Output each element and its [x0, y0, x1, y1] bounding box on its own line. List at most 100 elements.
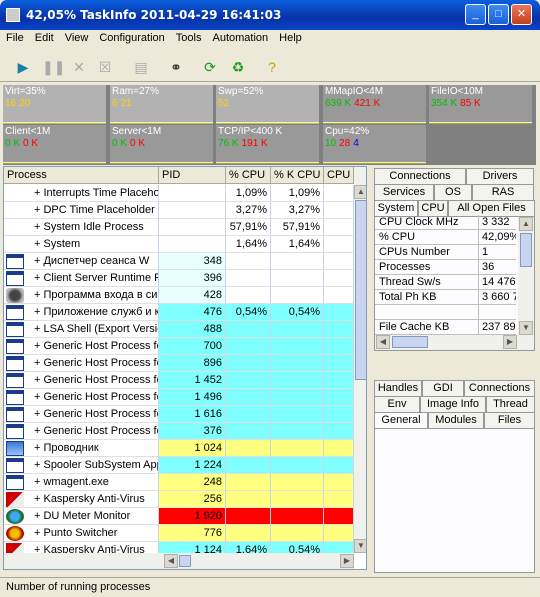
tab-services[interactable]: Services: [374, 184, 434, 200]
table-row[interactable]: + Spooler SubSystem App 1 224: [4, 457, 354, 474]
graph-8[interactable]: Cpu=42% 10 28 4: [323, 125, 426, 164]
tab-handles[interactable]: Handles: [374, 380, 422, 396]
cell-process-name: + LSA Shell (Export Versio: [4, 321, 159, 338]
tab-os[interactable]: OS: [434, 184, 472, 200]
table-row[interactable]: + DU Meter Monitor 1 920: [4, 508, 354, 525]
close-button[interactable]: ✕: [511, 4, 532, 25]
table-row[interactable]: + Generic Host Process fo 1 496: [4, 389, 354, 406]
info-row[interactable]: Thread Sw/s 14 476: [375, 275, 534, 290]
graph-7[interactable]: TCP/IP<400 K 76 K 191 K: [216, 125, 319, 164]
info-scroll-up-icon[interactable]: ▲: [519, 217, 533, 231]
hscroll-thumb[interactable]: [179, 555, 191, 567]
close-box-icon[interactable]: ☒: [96, 58, 114, 76]
app-icon[interactable]: [6, 8, 20, 22]
graph-6[interactable]: Server<1M 0 K0 K: [110, 125, 213, 164]
tab-all-open-files[interactable]: All Open Files: [448, 200, 535, 216]
tab-ras[interactable]: RAS: [472, 184, 534, 200]
graph-4[interactable]: FileIO<10M 354 K 85 K: [429, 85, 532, 124]
scroll-thumb[interactable]: [355, 200, 366, 380]
table-row[interactable]: + Generic Host Process fo 700: [4, 338, 354, 355]
menu-help[interactable]: Help: [273, 30, 307, 44]
table-row[interactable]: + Generic Host Process fo 896: [4, 355, 354, 372]
table-row[interactable]: + Punto Switcher 776: [4, 525, 354, 542]
column-header-cpu-time[interactable]: CPU: [324, 167, 354, 184]
tab-cpu[interactable]: CPU: [418, 200, 448, 216]
table-row[interactable]: + Interrupts Time Placeho 1,09% 1,09%: [4, 185, 354, 202]
tab-general[interactable]: General: [374, 412, 428, 428]
graph-3[interactable]: MMapIO<4M 639 K 421 K: [323, 85, 426, 124]
horizontal-scrollbar[interactable]: ◀ ▶: [4, 553, 354, 569]
tab-files[interactable]: Files: [484, 412, 535, 428]
info-row[interactable]: CPUs Number 1: [375, 245, 534, 260]
info-scroll-down-icon[interactable]: ▼: [519, 321, 533, 335]
column-header-cpu[interactable]: % CPU: [226, 167, 271, 184]
table-row[interactable]: + Диспетчер сеанса W 348: [4, 253, 354, 270]
info-row[interactable]: Total Ph KB 3 660 7: [375, 290, 534, 305]
table-row[interactable]: + Generic Host Process fo 1 452: [4, 372, 354, 389]
menu-file[interactable]: File: [0, 30, 29, 44]
table-row[interactable]: + System Idle Process 57,91% 57,91%: [4, 219, 354, 236]
column-header-kcpu[interactable]: % K CPU: [271, 167, 324, 184]
info-scroll-thumb[interactable]: [520, 233, 532, 267]
scroll-left-icon[interactable]: ◀: [164, 554, 178, 568]
info-scroll-right-icon[interactable]: ▶: [503, 335, 517, 349]
info-vscroll[interactable]: ▲ ▼: [518, 217, 534, 335]
menu-tools[interactable]: Tools: [170, 30, 207, 44]
column-header-pid[interactable]: PID: [159, 167, 226, 184]
info-row[interactable]: Processes 36: [375, 260, 534, 275]
scroll-right-icon[interactable]: ▶: [340, 554, 354, 568]
binoculars-icon[interactable]: ⚭: [167, 58, 185, 76]
tab-image-info[interactable]: Image Info: [420, 396, 486, 412]
menu-configuration[interactable]: Configuration: [93, 30, 169, 44]
info-row[interactable]: CPU Clock MHz 3 332: [375, 215, 534, 230]
tab-system[interactable]: System: [374, 200, 418, 216]
scroll-up-icon[interactable]: ▲: [354, 185, 366, 199]
table-row[interactable]: + Приложение служб и к 476 0,54% 0,54%: [4, 304, 354, 321]
process-table[interactable]: Process PID % CPU % K CPU CPU + Interrup…: [3, 166, 367, 570]
menu-edit[interactable]: Edit: [29, 30, 59, 44]
graph-1[interactable]: Ram=27% 6 21: [110, 85, 213, 124]
table-row[interactable]: + Client Server Runtime P 396: [4, 270, 354, 287]
table-row[interactable]: + wmagent.exe 248: [4, 474, 354, 491]
info-row[interactable]: File Cache KB237 896: [375, 320, 534, 335]
column-header-process[interactable]: Process: [4, 167, 159, 184]
info-scroll-left-icon[interactable]: ◀: [376, 335, 390, 349]
tab-drivers[interactable]: Drivers: [466, 168, 534, 184]
tab-thread[interactable]: Thread: [486, 396, 535, 412]
graph-5[interactable]: Client<1M 0 K0 K: [3, 125, 106, 164]
graph-0[interactable]: Virt=35% 16 20: [3, 85, 106, 124]
info-row[interactable]: % CPU 42,09%: [375, 230, 534, 245]
tab-connections[interactable]: Connections: [374, 168, 466, 184]
info-hscroll[interactable]: ◀ ▶: [375, 335, 534, 350]
table-row[interactable]: + Kaspersky Anti-Virus 256: [4, 491, 354, 508]
menu-automation[interactable]: Automation: [206, 30, 273, 44]
recycle-icon[interactable]: ♻: [229, 58, 247, 76]
table-row[interactable]: + Программа входа в си 428: [4, 287, 354, 304]
table-row[interactable]: + Проводник 1 024: [4, 440, 354, 457]
tab-env[interactable]: Env: [374, 396, 420, 412]
tab-bottom-connections[interactable]: Connections: [464, 380, 535, 396]
tab-modules[interactable]: Modules: [428, 412, 484, 428]
table-row[interactable]: + LSA Shell (Export Versio 488: [4, 321, 354, 338]
properties-icon[interactable]: ▤: [132, 58, 150, 76]
table-row[interactable]: + DPC Time Placeholder 3,27% 3,27%: [4, 202, 354, 219]
table-row[interactable]: + Generic Host Process fo 1 616: [4, 406, 354, 423]
info-row[interactable]: [375, 305, 534, 320]
minimize-button[interactable]: _: [465, 4, 486, 25]
tab-gdi[interactable]: GDI: [422, 380, 464, 396]
play-icon[interactable]: ▶: [14, 58, 32, 76]
refresh-green-icon[interactable]: ⟳: [201, 58, 219, 76]
table-row[interactable]: + Generic Host Process fo 376: [4, 423, 354, 440]
help-icon[interactable]: ?: [263, 58, 281, 76]
menu-view[interactable]: View: [59, 30, 94, 44]
scroll-down-icon[interactable]: ▼: [354, 539, 366, 553]
vertical-scrollbar[interactable]: ▲ ▼: [354, 167, 366, 553]
table-row[interactable]: + System 1,64% 1,64%: [4, 236, 354, 253]
explorer-icon: [6, 441, 24, 456]
pause-icon[interactable]: ❚❚: [42, 58, 65, 76]
graph-2[interactable]: Swp=52% 52: [216, 85, 319, 124]
info-hscroll-thumb[interactable]: [392, 336, 428, 348]
cell-cpu-time: [324, 508, 354, 525]
maximize-button[interactable]: □: [488, 4, 509, 25]
stop-icon[interactable]: ✕: [70, 58, 88, 76]
